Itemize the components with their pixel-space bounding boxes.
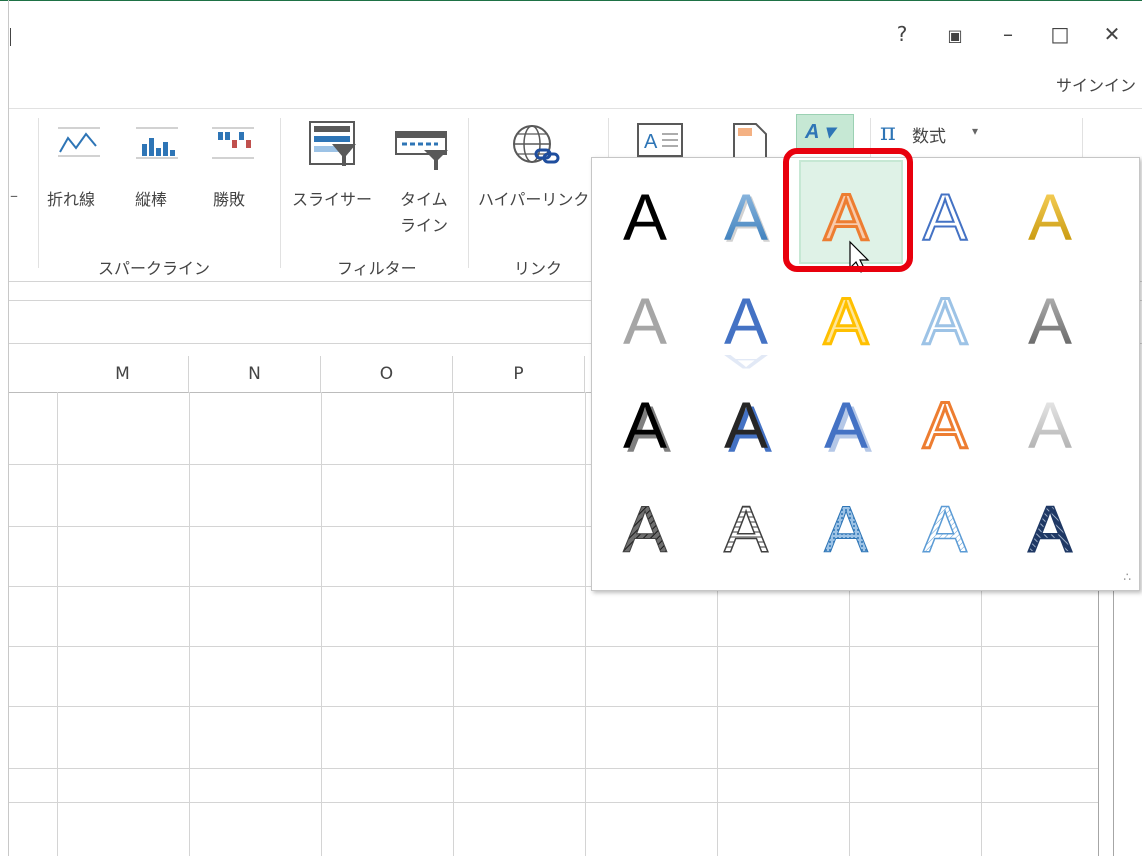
wordart-silver[interactable]: A — [1028, 388, 1072, 462]
wordart-outline-gold[interactable]: A — [822, 283, 869, 360]
wordart-fill-gray-dark[interactable]: A — [1028, 284, 1072, 358]
wordart-pattern-lightblue[interactable]: A — [922, 491, 968, 567]
wordart-pattern-gray[interactable]: A — [723, 491, 769, 567]
wordart-fill-gray[interactable]: A — [623, 284, 667, 358]
svg-text:A: A — [724, 351, 769, 373]
wordart-outline-orange[interactable]: A — [921, 387, 968, 464]
wordart-black-blue-shadow[interactable]: A — [724, 388, 768, 462]
wordart-pattern-blue[interactable]: A — [823, 492, 868, 567]
wordart-pattern-dark[interactable]: A — [622, 492, 667, 567]
wordart-fill-blue-reflect[interactable]: A — [724, 284, 768, 358]
wordart-blue-shadow[interactable]: A — [824, 388, 868, 462]
selection-highlight-annotation — [783, 148, 913, 272]
wordart-black-shadow[interactable]: A — [623, 388, 667, 462]
wordart-gallery-items: A A A A A A A A A A A A A A A A A A A A … — [622, 179, 1073, 567]
wordart-outline-lightblue[interactable]: A — [921, 283, 968, 360]
wordart-fill-blue-shadow[interactable]: A — [724, 180, 768, 254]
wordart-fill-black[interactable]: A — [623, 180, 667, 254]
wordart-pattern-navy[interactable]: A — [1027, 491, 1073, 567]
wordart-outline-blue[interactable]: A — [922, 179, 968, 255]
wordart-fill-gold[interactable]: A — [1028, 180, 1072, 254]
